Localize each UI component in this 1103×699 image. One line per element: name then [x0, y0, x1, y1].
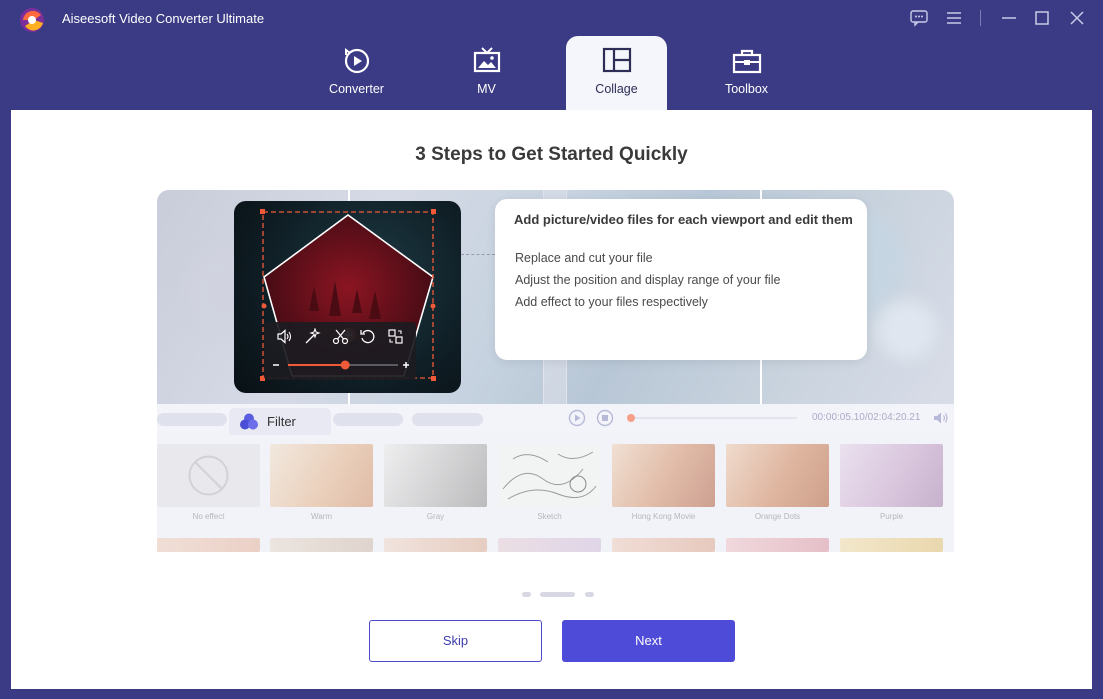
- filter-tab-label: Filter: [267, 414, 296, 429]
- edit-toolbar: [264, 322, 416, 380]
- main-panel: 3 Steps to Get Started Quickly Filter 00…: [11, 110, 1092, 689]
- close-icon[interactable]: [1067, 8, 1087, 28]
- tooltip-title: Add picture/video files for each viewpor…: [514, 212, 853, 227]
- callout-connector: [461, 254, 495, 255]
- tooltip-line: Adjust the position and display range of…: [515, 273, 781, 287]
- zoom-slider[interactable]: [270, 358, 410, 372]
- replace-icon[interactable]: [387, 328, 404, 345]
- pager-dot[interactable]: [585, 592, 594, 597]
- filter-thumb-gray[interactable]: [384, 444, 487, 507]
- tab-label-collage: Collage: [595, 82, 638, 96]
- tab-converter[interactable]: Converter: [306, 36, 407, 110]
- app-logo-icon: [17, 6, 47, 34]
- filter-label: Sketch: [537, 512, 562, 521]
- pager-dot-active[interactable]: [540, 592, 575, 597]
- stop-icon[interactable]: [596, 409, 614, 427]
- no-effect-icon: [188, 455, 229, 496]
- filter-thumb[interactable]: [612, 538, 715, 552]
- tab-toolbox[interactable]: Toolbox: [696, 36, 797, 110]
- toolbox-icon: [732, 49, 761, 74]
- filter-label: Warm: [310, 512, 333, 521]
- tab-label-mv: MV: [477, 82, 496, 96]
- filter-label: Hong Kong Movie: [631, 512, 696, 521]
- tooltip-line: Replace and cut your file: [515, 251, 653, 265]
- tab-label-converter: Converter: [329, 82, 384, 96]
- skip-button[interactable]: Skip: [369, 620, 542, 662]
- app-title: Aiseesoft Video Converter Ultimate: [62, 11, 265, 26]
- pager-dot[interactable]: [522, 592, 531, 597]
- feedback-icon[interactable]: [909, 8, 929, 28]
- tab-filter[interactable]: Filter: [229, 408, 331, 435]
- filter-thumb-orange-dots[interactable]: [726, 444, 829, 507]
- next-button[interactable]: Next: [562, 620, 735, 662]
- scissors-icon[interactable]: [332, 328, 349, 345]
- filter-thumb[interactable]: [270, 538, 373, 552]
- tab-placeholder[interactable]: [333, 413, 403, 426]
- filter-thumb-no-effect[interactable]: [157, 444, 260, 507]
- rotate-icon[interactable]: [359, 328, 376, 345]
- timeline-handle[interactable]: [627, 414, 635, 422]
- maximize-icon[interactable]: [1032, 8, 1052, 28]
- tab-label-toolbox: Toolbox: [724, 82, 769, 96]
- window-controls-divider: [980, 10, 981, 26]
- filter-thumb[interactable]: [726, 538, 829, 552]
- filter-thumb[interactable]: [157, 538, 260, 552]
- step-tooltip: Add picture/video files for each viewpor…: [495, 199, 867, 360]
- minimize-icon[interactable]: [999, 8, 1019, 28]
- filter-thumb[interactable]: [384, 538, 487, 552]
- timeline-track[interactable]: [631, 417, 797, 419]
- filter-thumb-purple[interactable]: [840, 444, 943, 507]
- tab-collage[interactable]: Collage: [566, 36, 667, 110]
- play-icon[interactable]: [568, 409, 586, 427]
- page-title: 3 Steps to Get Started Quickly: [415, 144, 688, 165]
- collage-icon: [602, 47, 631, 73]
- tab-mv[interactable]: MV: [436, 36, 537, 110]
- tooltip-line: Add effect to your files respectively: [515, 295, 708, 309]
- filter-thumb[interactable]: [498, 538, 601, 552]
- filter-label: Purple: [879, 512, 904, 521]
- playback-time: 00:00:05.10/02:04:20.21: [812, 412, 921, 423]
- title-bar: Aiseesoft Video Converter Ultimate: [0, 0, 1103, 36]
- filter-thumb[interactable]: [840, 538, 943, 552]
- volume-icon[interactable]: [933, 411, 949, 425]
- effect-wand-icon[interactable]: [304, 328, 321, 345]
- filter-thumb-hong-kong-movie[interactable]: [612, 444, 715, 507]
- filter-label: Orange Dots: [754, 512, 801, 521]
- filter-thumb-warm[interactable]: [270, 444, 373, 507]
- tab-placeholder[interactable]: [412, 413, 483, 426]
- volume-icon[interactable]: [276, 328, 293, 345]
- mv-icon: [473, 47, 500, 73]
- filter-thumb-sketch[interactable]: [498, 444, 601, 507]
- menu-icon[interactable]: [944, 8, 964, 28]
- filter-icon: [240, 413, 258, 430]
- filter-label: No effect: [192, 512, 225, 521]
- sketch-preview-icon: [502, 451, 597, 500]
- filter-label: Gray: [426, 512, 445, 521]
- tab-placeholder[interactable]: [157, 413, 227, 426]
- converter-icon: [344, 48, 369, 74]
